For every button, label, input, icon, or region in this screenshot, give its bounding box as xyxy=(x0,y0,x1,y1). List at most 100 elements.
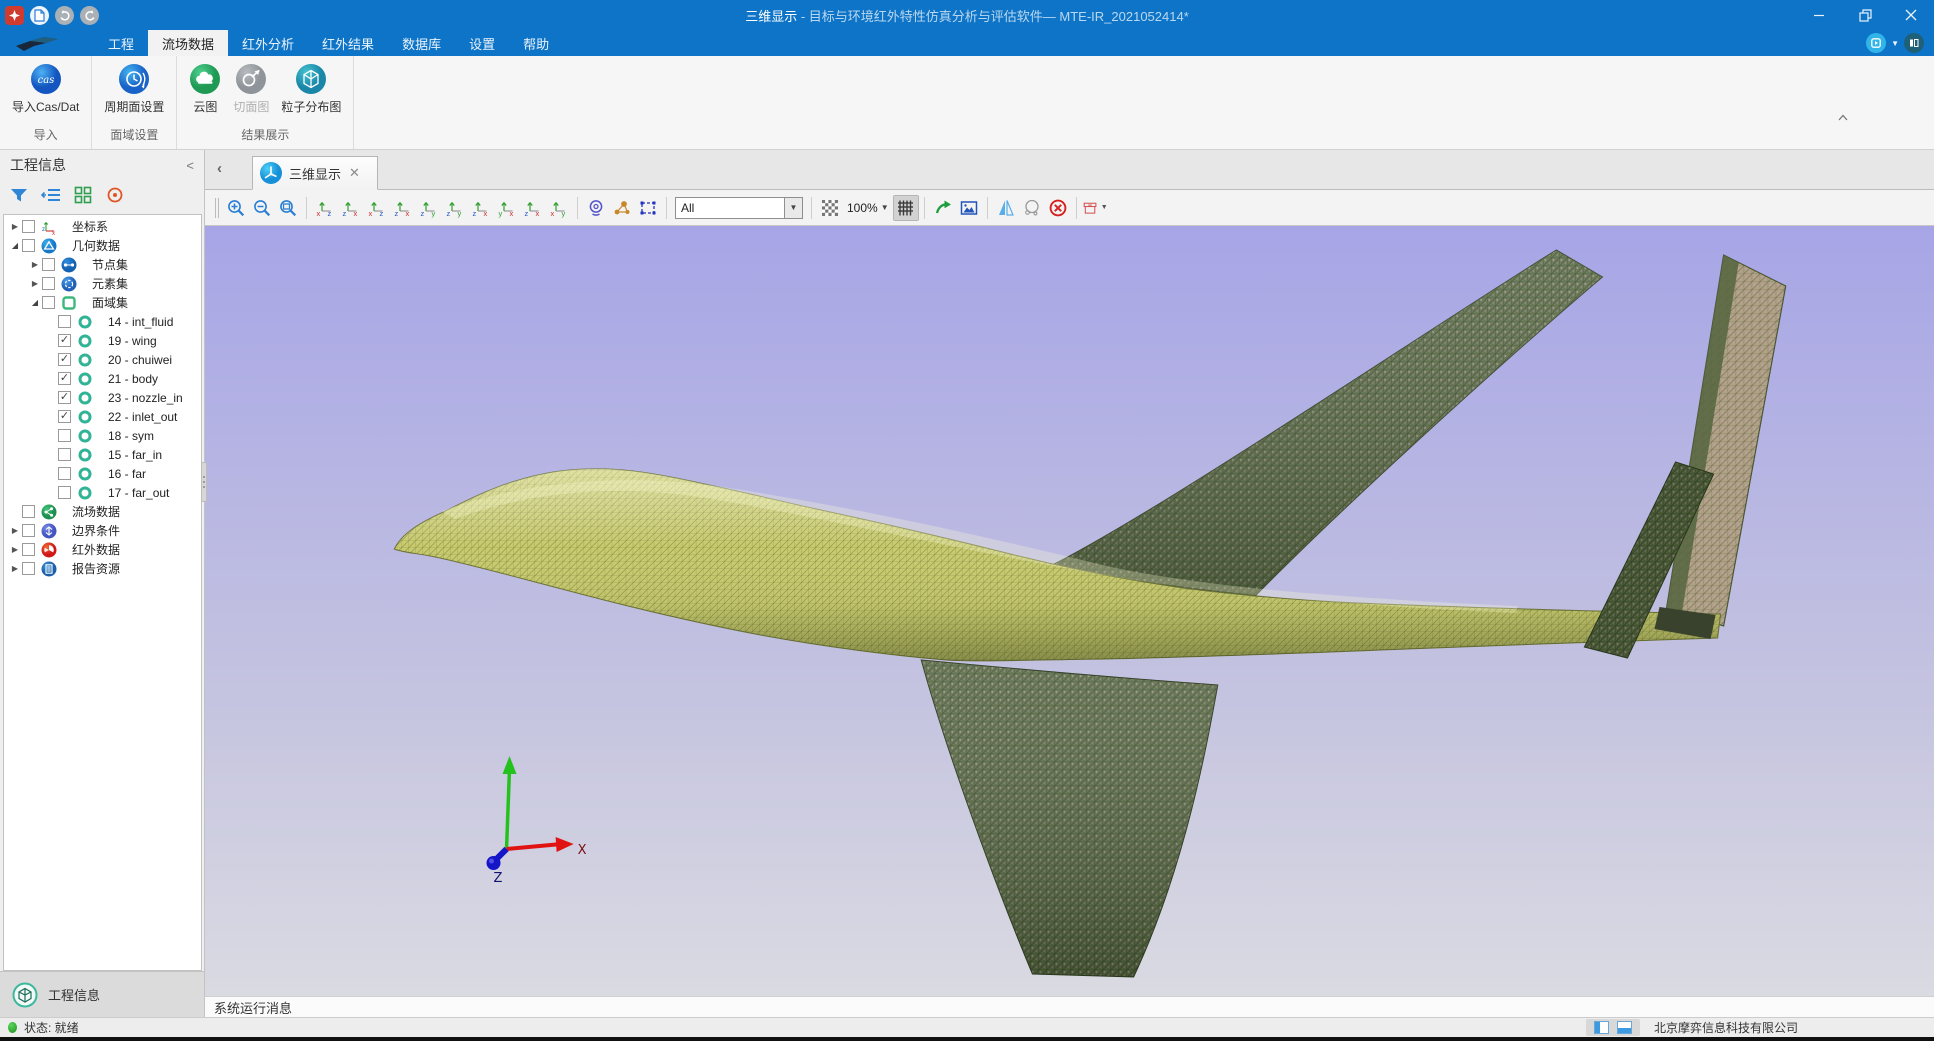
layout-bottom-panel-icon[interactable] xyxy=(1617,1021,1632,1034)
tree-face-21-body[interactable]: ✓21 - body xyxy=(4,369,201,388)
layout-left-panel-icon[interactable] xyxy=(1594,1021,1609,1034)
redo-icon[interactable] xyxy=(80,6,99,25)
tree-checkbox[interactable]: ✓ xyxy=(58,372,71,385)
toolbar-drag-handle[interactable] xyxy=(215,198,219,218)
view-iso-4-icon[interactable]: xy xyxy=(546,195,572,221)
layout-panel-icon[interactable] xyxy=(1904,33,1924,53)
import-cas-dat-button[interactable]: cas导入Cas/Dat xyxy=(8,61,83,117)
tree-boundary-conditions[interactable]: ▶边界条件 xyxy=(4,521,201,540)
menu-item-1[interactable]: 工程 xyxy=(94,30,148,56)
tree-checkbox[interactable]: ✓ xyxy=(58,410,71,423)
period-face-settings-button[interactable]: 周期面设置 xyxy=(100,61,168,117)
tree-expander-icon[interactable]: ▶ xyxy=(8,222,22,231)
opacity-level-control[interactable]: 100%▼ xyxy=(847,201,889,215)
delete-icon[interactable] xyxy=(1045,195,1071,221)
tree-checkbox[interactable] xyxy=(22,543,35,556)
view-neg-y-icon[interactable]: zx xyxy=(338,195,364,221)
mirror-icon[interactable] xyxy=(993,195,1019,221)
tree-face-19-wing[interactable]: ✓19 - wing xyxy=(4,331,201,350)
tree-expander-icon[interactable]: ▶ xyxy=(8,545,22,554)
tree-checkbox[interactable] xyxy=(22,562,35,575)
display-filter-combobox[interactable]: All▼ xyxy=(675,197,803,219)
quick-view-icon[interactable] xyxy=(1866,33,1886,53)
menu-item-5[interactable]: 数据库 xyxy=(388,30,455,56)
filter-icon[interactable] xyxy=(8,184,30,206)
tree-face-14-int-fluid[interactable]: 14 - int_fluid xyxy=(4,312,201,331)
panel-collapse-button[interactable]: < xyxy=(186,158,194,173)
tree-face-set[interactable]: ◢面域集 xyxy=(4,293,201,312)
tree-checkbox[interactable]: ✓ xyxy=(58,353,71,366)
snapshot-icon[interactable] xyxy=(956,195,982,221)
cloud-map-button[interactable]: 云图 xyxy=(185,61,225,117)
tree-geometry-data[interactable]: ◢几何数据 xyxy=(4,236,201,255)
panel-footer-button[interactable]: 工程信息 xyxy=(0,971,204,1017)
zoom-fit-icon[interactable] xyxy=(275,195,301,221)
tree-report-resources[interactable]: ▶报告资源 xyxy=(4,559,201,578)
tree-face-20-chuiwei[interactable]: ✓20 - chuiwei xyxy=(4,350,201,369)
tree-face-16-far[interactable]: 16 - far xyxy=(4,464,201,483)
tree-checkbox[interactable] xyxy=(42,296,55,309)
tree-checkbox[interactable] xyxy=(22,524,35,537)
tree-flow-field-data[interactable]: 流场数据 xyxy=(4,502,201,521)
tree-checkbox[interactable]: ✓ xyxy=(58,391,71,404)
camera-icon[interactable] xyxy=(583,195,609,221)
tree-checkbox[interactable] xyxy=(58,448,71,461)
outline-list-icon[interactable] xyxy=(40,184,62,206)
tab-close-icon[interactable]: ✕ xyxy=(349,165,360,181)
tree-node-set[interactable]: ▶节点集 xyxy=(4,255,201,274)
transparency-icon[interactable] xyxy=(817,195,843,221)
particle-distribution-button[interactable]: 粒子分布图 xyxy=(277,61,345,117)
view-pos-y-icon[interactable]: xz xyxy=(312,195,338,221)
ribbon-collapse-button[interactable] xyxy=(1832,108,1854,126)
zoom-in-icon[interactable] xyxy=(223,195,249,221)
tree-coordinate-system[interactable]: ▶zx坐标系 xyxy=(4,217,201,236)
tree-expander-icon[interactable]: ▶ xyxy=(28,260,42,269)
tree-checkbox[interactable] xyxy=(42,277,55,290)
tree-expander-icon[interactable]: ▶ xyxy=(28,279,42,288)
tree-checkbox[interactable] xyxy=(58,315,71,328)
menu-item-4[interactable]: 红外结果 xyxy=(308,30,388,56)
minimize-button[interactable] xyxy=(1796,0,1842,30)
tree-expander-icon[interactable]: ▶ xyxy=(8,526,22,535)
app-icon[interactable] xyxy=(5,6,24,25)
menu-item-7[interactable]: 帮助 xyxy=(509,30,563,56)
target-icon[interactable] xyxy=(104,184,126,206)
menu-item-6[interactable]: 设置 xyxy=(455,30,509,56)
select-box-icon[interactable] xyxy=(635,195,661,221)
chevron-down-icon[interactable]: ▼ xyxy=(1891,39,1899,48)
tree-face-23-nozzle-in[interactable]: ✓23 - nozzle_in xyxy=(4,388,201,407)
undo-icon[interactable] xyxy=(55,6,74,25)
grid-view-icon[interactable] xyxy=(72,184,94,206)
tree-checkbox[interactable] xyxy=(58,486,71,499)
close-button[interactable] xyxy=(1888,0,1934,30)
view-iso-3-icon[interactable]: zx xyxy=(520,195,546,221)
tree-checkbox[interactable] xyxy=(22,239,35,252)
menu-item-3[interactable]: 红外分析 xyxy=(228,30,308,56)
package-icon[interactable]: ▼ xyxy=(1082,195,1108,221)
zoom-out-icon[interactable] xyxy=(249,195,275,221)
tree-checkbox[interactable] xyxy=(22,220,35,233)
tree-expander-icon[interactable]: ◢ xyxy=(28,298,42,307)
lasso-icon[interactable] xyxy=(1019,195,1045,221)
view-neg-x-icon[interactable]: zy xyxy=(442,195,468,221)
tree-checkbox[interactable] xyxy=(58,467,71,480)
tree-face-15-far-in[interactable]: 15 - far_in xyxy=(4,445,201,464)
chevron-down-icon[interactable]: ▼ xyxy=(784,198,802,218)
tab-3d-display[interactable]: 三维显示 ✕ xyxy=(252,156,378,190)
tree-face-17-far-out[interactable]: 17 - far_out xyxy=(4,483,201,502)
tab-scroll-left-button[interactable]: ‹ xyxy=(217,160,222,177)
view-iso-2-icon[interactable]: yx xyxy=(494,195,520,221)
tree-checkbox[interactable]: ✓ xyxy=(58,334,71,347)
tree-expander-icon[interactable]: ▶ xyxy=(8,564,22,573)
tree-face-18-sym[interactable]: 18 - sym xyxy=(4,426,201,445)
tree-checkbox[interactable] xyxy=(58,429,71,442)
tree-expander-icon[interactable]: ◢ xyxy=(8,241,22,250)
viewport[interactable]: X Z xyxy=(205,226,1934,996)
menu-item-2[interactable]: 流场数据 xyxy=(148,30,228,56)
molecule-icon[interactable] xyxy=(609,195,635,221)
grid-icon[interactable] xyxy=(893,195,919,221)
model-canvas[interactable]: X Z xyxy=(205,226,1934,996)
export-icon[interactable] xyxy=(930,195,956,221)
chevron-down-icon[interactable]: ▼ xyxy=(881,203,889,212)
new-document-icon[interactable] xyxy=(30,6,49,25)
